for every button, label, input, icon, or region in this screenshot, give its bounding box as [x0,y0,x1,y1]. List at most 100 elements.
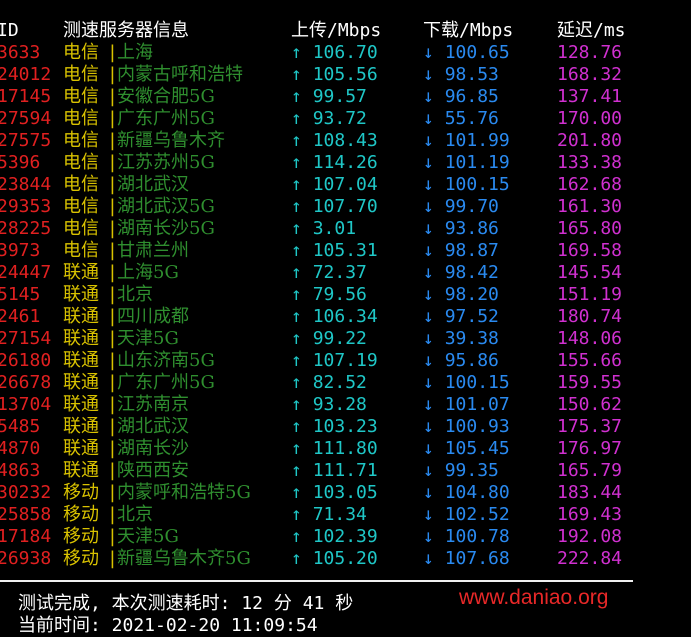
table-row: 26678 联通 | 广东广州5G ↑ 82.52 ↓ 100.15 159.55 [0,372,691,394]
download-value: 99.35 [444,460,499,481]
upload-speed: ↑ 99.57 [291,86,367,108]
upload-speed: ↑ 105.56 [291,64,378,86]
latency-value: 169.43 [557,504,623,525]
header-server: 测速服务器信息 [63,20,189,41]
table-row: 25858 移动 | 北京 ↑ 71.34 ↓ 102.52 169.43 [0,504,691,526]
table-header: ID 测速服务器信息 上传/Mbps 下载/Mbps 延迟/ms [0,20,691,42]
upload-speed: ↑ 93.72 [291,108,367,130]
down-arrow-icon: ↓ [423,548,434,569]
server-location: 陕西西安 [117,460,189,481]
server-location: 内蒙古呼和浩特 [117,64,243,85]
download-value: 55.76 [444,108,499,129]
down-arrow-icon: ↓ [423,372,434,393]
upload-speed: ↑ 82.52 [291,372,367,394]
server-location: 上海 [117,42,153,63]
up-arrow-icon: ↑ [291,262,302,283]
upload-speed: ↑ 103.23 [291,416,378,438]
download-speed: ↓ 97.52 [423,306,499,328]
download-speed: ↓ 100.93 [423,416,510,438]
table-row: 27154 联通 | 天津5G ↑ 99.22 ↓ 39.38 148.06 [0,328,691,350]
up-arrow-icon: ↑ [291,42,302,63]
server-id: 24447 [0,262,52,283]
table-row: 5396 电信 | 江苏苏州5G ↑ 114.26 ↓ 101.19 133.38 [0,152,691,174]
server-id: 24012 [0,64,52,85]
down-arrow-icon: ↓ [423,284,434,305]
up-arrow-icon: ↑ [291,394,302,415]
download-value: 100.65 [444,42,510,63]
table-row: 5145 联通 | 北京 ↑ 79.56 ↓ 98.20 151.19 [0,284,691,306]
up-arrow-icon: ↑ [291,130,302,151]
isp-name: 电信 [63,240,99,261]
upload-value: 99.57 [312,86,367,107]
up-arrow-icon: ↑ [291,482,302,503]
latency-value: 137.41 [557,86,623,107]
down-arrow-icon: ↓ [423,218,434,239]
server-location: 内蒙呼和浩特5G [117,482,251,503]
download-value: 98.42 [444,262,499,283]
up-arrow-icon: ↑ [291,548,302,569]
down-arrow-icon: ↓ [423,152,434,173]
download-speed: ↓ 98.20 [423,284,499,306]
upload-value: 93.28 [312,394,367,415]
upload-speed: ↑ 103.05 [291,482,378,504]
download-speed: ↓ 99.35 [423,460,499,482]
upload-value: 102.39 [312,526,378,547]
table-row: 23844 电信 | 湖北武汉 ↑ 107.04 ↓ 100.15 162.68 [0,174,691,196]
server-id: 26180 [0,350,52,371]
down-arrow-icon: ↓ [423,196,434,217]
upload-value: 79.56 [312,284,367,305]
down-arrow-icon: ↓ [423,306,434,327]
down-arrow-icon: ↓ [423,328,434,349]
server-location: 广东广州5G [117,372,215,393]
up-arrow-icon: ↑ [291,284,302,305]
upload-speed: ↑ 71.34 [291,504,367,526]
upload-value: 99.22 [312,328,367,349]
down-arrow-icon: ↓ [423,460,434,481]
down-arrow-icon: ↓ [423,108,434,129]
server-location: 江苏苏州5G [117,152,215,173]
server-id: 28225 [0,218,52,239]
server-location: 甘肃兰州 [117,240,189,261]
up-arrow-icon: ↑ [291,328,302,349]
upload-value: 71.34 [312,504,367,525]
table-row: 24447 联通 | 上海5G ↑ 72.37 ↓ 98.42 145.54 [0,262,691,284]
upload-speed: ↑ 111.71 [291,460,378,482]
down-arrow-icon: ↓ [423,262,434,283]
isp-name: 电信 [63,42,99,63]
isp-name: 移动 [63,482,99,503]
download-speed: ↓ 39.38 [423,328,499,350]
server-location: 新疆乌鲁木齐5G [117,548,251,569]
download-value: 107.68 [444,548,510,569]
up-arrow-icon: ↑ [291,152,302,173]
isp-name: 移动 [63,504,99,525]
up-arrow-icon: ↑ [291,416,302,437]
download-value: 99.70 [444,196,499,217]
isp-name: 联通 [63,350,99,371]
server-location: 江苏南京 [117,394,189,415]
download-speed: ↓ 95.86 [423,350,499,372]
download-value: 100.78 [444,526,510,547]
upload-speed: ↑ 107.70 [291,196,378,218]
upload-value: 105.20 [312,548,378,569]
download-speed: ↓ 101.99 [423,130,510,152]
table-row: 27594 电信 | 广东广州5G ↑ 93.72 ↓ 55.76 170.00 [0,108,691,130]
isp-name: 联通 [63,372,99,393]
isp-name: 电信 [63,174,99,195]
latency-value: 222.84 [557,548,623,569]
download-speed: ↓ 98.53 [423,64,499,86]
download-value: 39.38 [444,328,499,349]
upload-value: 103.23 [312,416,378,437]
upload-speed: ↑ 107.04 [291,174,378,196]
server-location: 天津5G [117,328,179,349]
upload-speed: ↑ 106.70 [291,42,378,64]
upload-value: 106.70 [312,42,378,63]
server-id: 27594 [0,108,52,129]
download-value: 100.15 [444,372,510,393]
header-latency: 延迟/ms [557,20,626,41]
isp-name: 移动 [63,526,99,547]
bottom-divider [0,580,633,582]
server-id: 17145 [0,86,52,107]
up-arrow-icon: ↑ [291,526,302,547]
download-value: 104.80 [444,482,510,503]
upload-value: 107.70 [312,196,378,217]
